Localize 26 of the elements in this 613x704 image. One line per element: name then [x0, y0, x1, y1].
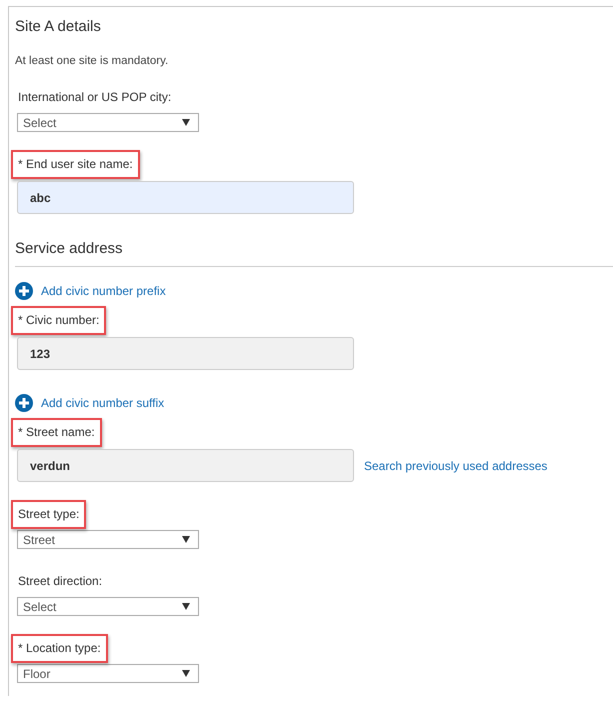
field-label: * End user site name: — [11, 150, 140, 179]
add-link[interactable]: Add civic number prefix — [41, 284, 166, 298]
input-field[interactable]: 123 — [17, 337, 354, 370]
plus-icon — [15, 394, 33, 412]
caret-icon — [182, 536, 190, 543]
dropdown[interactable]: Select — [17, 113, 199, 132]
section-heading: Service address — [15, 240, 613, 267]
caret-icon — [182, 119, 190, 126]
field-label: Street type: — [11, 500, 86, 529]
field-label: * Location type: — [11, 634, 108, 663]
plus-icon — [15, 282, 33, 300]
add-link[interactable]: Add civic number suffix — [41, 396, 164, 410]
dropdown[interactable]: Street — [17, 530, 199, 549]
input-field[interactable]: verdun — [17, 449, 354, 482]
dropdown[interactable]: Floor — [17, 664, 199, 683]
caret-icon — [182, 670, 190, 677]
caret-icon — [182, 603, 190, 610]
search-link[interactable]: Search previously used addresses — [364, 458, 548, 472]
dropdown[interactable]: Select — [17, 597, 199, 616]
field-label: * Street name: — [11, 418, 102, 447]
input-field[interactable]: abc — [17, 181, 354, 214]
field-label: International or US POP city: — [17, 89, 172, 106]
field-label: * Civic number: — [11, 306, 106, 335]
field-label: Street direction: — [17, 573, 104, 590]
section-heading: Site A details — [15, 18, 101, 36]
section-note: At least one site is mandatory. — [15, 54, 170, 69]
